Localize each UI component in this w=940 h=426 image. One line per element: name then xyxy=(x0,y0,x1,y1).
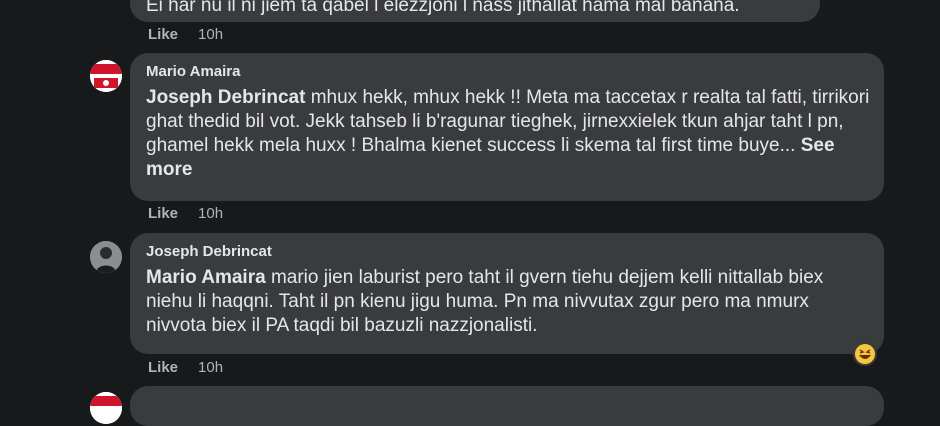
comment-bubble-top: Ei har nu il ni jiem ta qabel l elezzjon… xyxy=(130,0,820,22)
comment-author[interactable]: Joseph Debrincat xyxy=(146,243,870,260)
comment-text: Joseph Debrincat mhux hekk, mhux hekk !!… xyxy=(146,86,870,182)
comment-bubble: Mario Amaira Joseph Debrincat mhux hekk,… xyxy=(130,53,884,201)
comment-timestamp[interactable]: 10h xyxy=(198,205,223,222)
comment-bubble: Joseph Debrincat Mario Amaira mario jien… xyxy=(130,233,884,354)
mention-link[interactable]: Joseph Debrincat xyxy=(146,87,305,108)
avatar[interactable] xyxy=(90,60,122,92)
comment-bubble-bottom xyxy=(130,386,884,426)
person-avatar-icon xyxy=(90,241,122,273)
laughing-emoji-icon xyxy=(855,344,875,364)
avatar[interactable] xyxy=(90,392,122,424)
like-button[interactable]: Like xyxy=(148,26,178,43)
comment-actions: Like 10h xyxy=(148,359,223,376)
like-button[interactable]: Like xyxy=(148,359,178,376)
comment-timestamp[interactable]: 10h xyxy=(198,26,223,43)
comment-text: Mario Amaira mario jien laburist pero ta… xyxy=(146,266,870,338)
like-button[interactable]: Like xyxy=(148,205,178,222)
comment-timestamp[interactable]: 10h xyxy=(198,359,223,376)
comment-actions: Like 10h xyxy=(148,205,223,222)
maltese-flag-avatar-icon xyxy=(90,392,122,424)
comment-author[interactable]: Mario Amaira xyxy=(146,63,870,80)
avatar[interactable] xyxy=(90,241,122,273)
maltese-flag-avatar-icon xyxy=(90,60,122,92)
mention-link[interactable]: Mario Amaira xyxy=(146,267,266,288)
comment-actions: Like 10h xyxy=(148,26,223,43)
comment-text: Ei har nu il ni jiem ta qabel l elezzjon… xyxy=(146,0,740,16)
reaction-badge[interactable] xyxy=(853,342,877,366)
